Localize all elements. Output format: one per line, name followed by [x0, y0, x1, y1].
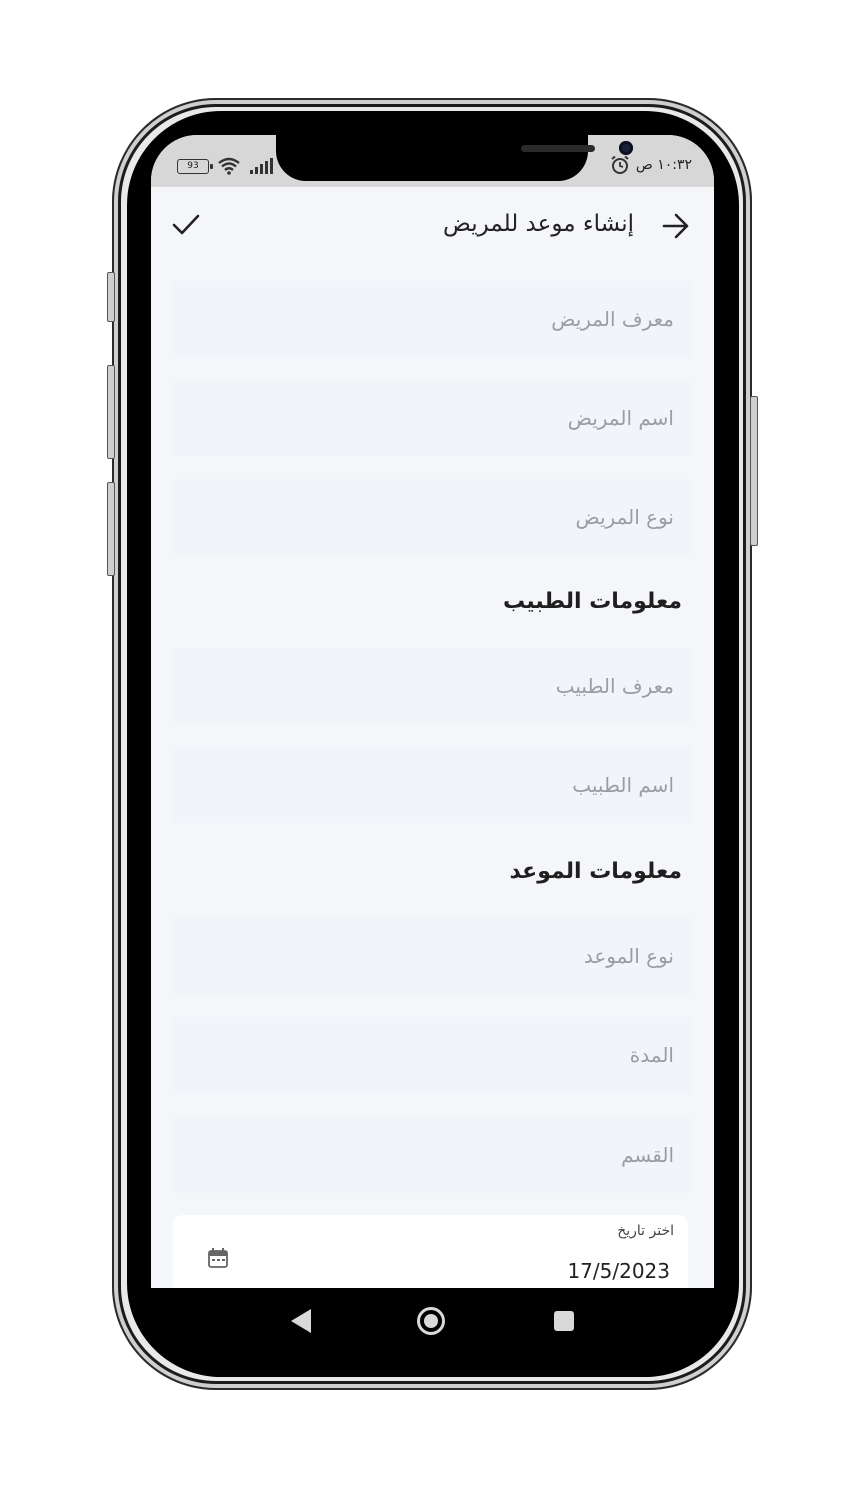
department-field[interactable]: القسم	[173, 1117, 692, 1193]
department-placeholder: القسم	[621, 1143, 674, 1167]
side-button	[107, 272, 115, 322]
power-button	[750, 396, 758, 546]
battery-icon: 93	[177, 158, 213, 174]
appointment-type-field[interactable]: نوع الموعد	[173, 918, 692, 994]
nav-back-icon[interactable]	[289, 1308, 313, 1334]
notch	[276, 135, 633, 181]
duration-placeholder: المدة	[629, 1043, 674, 1067]
status-bar: 93 ١٠:٣٢ ص	[151, 135, 714, 187]
doctor-name-field[interactable]: اسم الطبيب	[173, 747, 692, 823]
side-button	[107, 365, 115, 459]
side-button	[107, 482, 115, 576]
appointment-section-title: معلومات الموعد	[509, 859, 682, 884]
status-icons-left: 93	[177, 157, 273, 175]
doctor-id-field[interactable]: معرف الطبيب	[173, 648, 692, 724]
alarm-icon	[611, 155, 629, 174]
signal-icon	[250, 158, 273, 174]
wifi-icon	[218, 157, 240, 175]
doctor-id-placeholder: معرف الطبيب	[555, 674, 674, 698]
patient-type-field[interactable]: نوع المريض	[173, 479, 692, 555]
patient-id-field[interactable]: معرف المريض	[173, 281, 692, 357]
screen: 93 ١٠:٣٢ ص إنشاء موعد للمريض معرف المريض…	[151, 135, 714, 1288]
battery-level: 93	[187, 160, 199, 171]
patient-name-field[interactable]: اسم المريض	[173, 380, 692, 456]
nav-recents-icon[interactable]	[553, 1310, 575, 1332]
nav-home-icon[interactable]	[416, 1306, 446, 1336]
app-bar: إنشاء موعد للمريض	[151, 187, 714, 267]
patient-id-placeholder: معرف المريض	[551, 307, 674, 331]
appointment-type-placeholder: نوع الموعد	[583, 944, 674, 968]
date-picker[interactable]: اختر تاريخ 17/5/2023	[173, 1215, 688, 1288]
doctor-name-placeholder: اسم الطبيب	[572, 773, 674, 797]
check-icon[interactable]	[171, 213, 201, 237]
front-camera	[619, 141, 633, 155]
date-label: اختر تاريخ	[617, 1223, 674, 1239]
page-title: إنشاء موعد للمريض	[443, 211, 634, 237]
back-arrow-icon[interactable]	[662, 213, 690, 239]
doctor-section-title: معلومات الطبيب	[503, 589, 682, 614]
status-icons-right: ١٠:٣٢ ص	[610, 155, 692, 175]
earpiece	[521, 145, 595, 152]
nav-bar	[151, 1288, 714, 1364]
patient-name-placeholder: اسم المريض	[567, 406, 674, 430]
duration-field[interactable]: المدة	[173, 1017, 692, 1093]
patient-type-placeholder: نوع المريض	[575, 505, 674, 529]
date-value: 17/5/2023	[567, 1259, 670, 1283]
clock: ١٠:٣٢ ص	[635, 157, 692, 173]
calendar-icon[interactable]	[207, 1247, 229, 1269]
